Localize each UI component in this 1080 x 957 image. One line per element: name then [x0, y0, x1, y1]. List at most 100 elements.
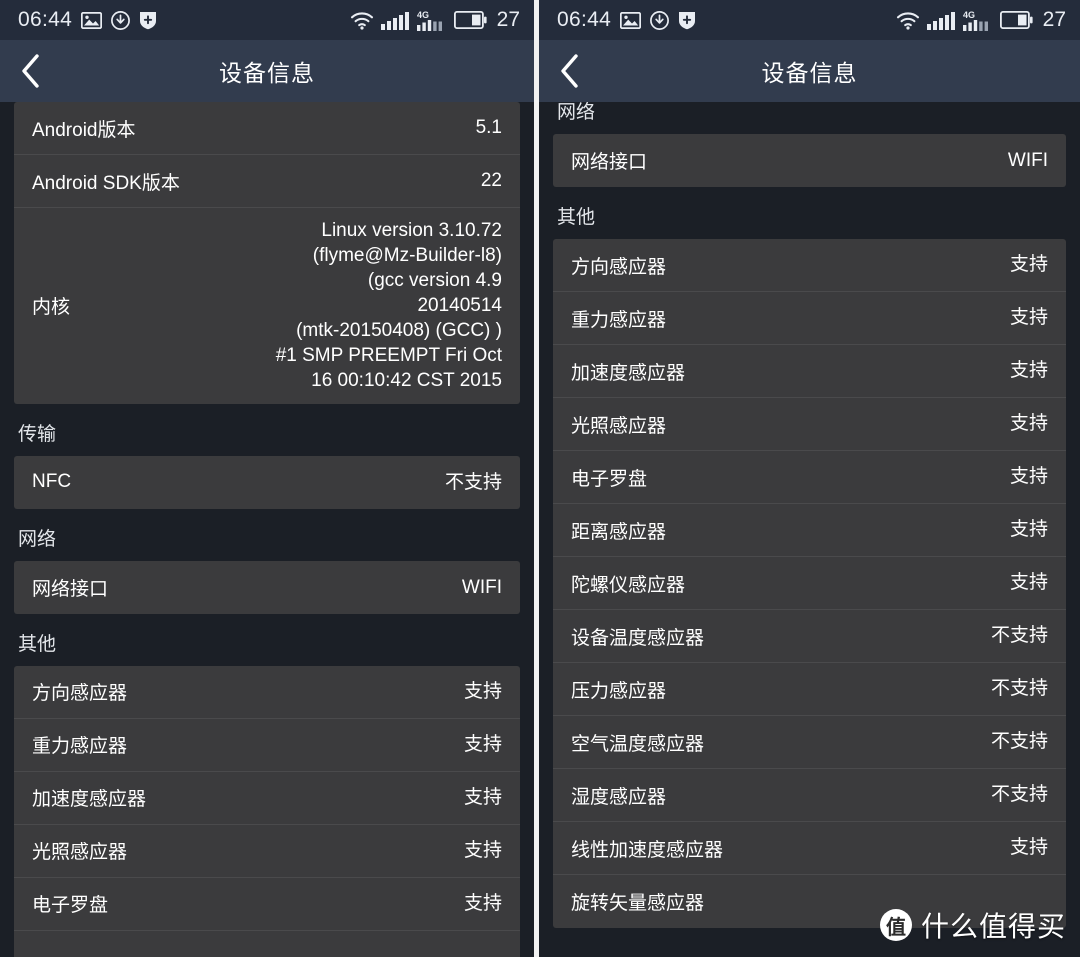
chevron-left-icon	[559, 54, 581, 88]
status-bar-right: 06:44 4G 27	[539, 0, 1080, 40]
back-button[interactable]	[539, 40, 601, 102]
info-row-value: 不支持	[990, 678, 1048, 700]
info-row[interactable]: 光照感应器 支持	[14, 825, 520, 878]
info-row-value: 不支持	[444, 471, 502, 493]
info-row-label: 加速度感应器	[571, 362, 686, 384]
info-row[interactable]: NFC 不支持	[14, 456, 520, 509]
info-row[interactable]: 空气温度感应器 不支持	[553, 716, 1066, 769]
info-row-value: 支持	[463, 734, 502, 755]
info-row[interactable]: 光照感应器 支持	[553, 398, 1066, 451]
section-header: 传输	[18, 423, 57, 445]
info-row[interactable]: 线性加速度感应器 支持	[553, 822, 1066, 875]
info-row[interactable]: 网络接口 WIFI	[553, 134, 1066, 187]
info-row-label: 方向感应器	[571, 256, 667, 278]
section-card: 方向感应器 支持 重力感应器 支持 加速度感应器 支持 光照感应器 支持 电子罗盘 支持	[14, 665, 520, 957]
info-row-label: 空气温度感应器	[571, 733, 705, 755]
info-row-label: 电子罗盘	[32, 895, 109, 917]
battery-icon	[999, 10, 1033, 30]
shield-icon	[678, 11, 696, 30]
info-row[interactable]: 电子罗盘 支持	[14, 878, 520, 931]
info-row[interactable]: 陀螺仪感应器 支持	[553, 557, 1066, 610]
info-row[interactable]: 设备温度感应器 不支持	[553, 610, 1066, 663]
info-row-value: 不支持	[990, 625, 1048, 647]
info-row-label: Android版本	[32, 119, 136, 141]
info-row-label: 距离感应器	[571, 521, 667, 543]
section-card: Android版本 5.1 Android SDK版本 22 内核 Linux versi…	[14, 102, 520, 404]
status-bar-left-group: 06:44	[557, 8, 896, 32]
info-row[interactable]: Android版本 5.1	[14, 102, 520, 155]
info-row-value: 支持	[1009, 307, 1048, 329]
info-row-label: 旋转矢量感应器	[571, 893, 705, 914]
status-bar-right-group: 4G 27	[350, 8, 520, 32]
info-row-label: 线性加速度感应器	[571, 839, 724, 861]
info-row-label: 压力感应器	[571, 680, 667, 702]
battery-percentage: 27	[1042, 8, 1066, 31]
status-bar-right-group: 4G 27	[896, 8, 1066, 32]
info-row-value: 支持	[1009, 466, 1048, 488]
right-phone-screen: 06:44 4G 27 设备信息 网络 网络接口 WIFI 其他 方向感应器 支…	[539, 0, 1080, 957]
info-row-value: 支持	[1009, 413, 1048, 435]
back-button[interactable]	[0, 40, 62, 102]
info-row-value: 支持	[463, 787, 502, 808]
info-row[interactable]: 加速度感应器 支持	[553, 345, 1066, 398]
chevron-left-icon	[20, 54, 42, 88]
dual-screenshot-container: 06:44 4G 27 设备信息 Android版本 5.1 Android S…	[0, 0, 1080, 957]
info-row[interactable]: 内核 Linux version 3.10.72 (flyme@Mz-Builde…	[14, 208, 520, 404]
info-row-label: 光照感应器	[32, 842, 128, 864]
info-row[interactable]: 方向感应器 支持	[553, 239, 1066, 292]
info-row[interactable]: 加速度感应器 支持	[14, 772, 520, 825]
section-card: 网络接口 WIFI	[14, 560, 520, 614]
info-row-value: 支持	[463, 681, 502, 702]
info-row[interactable]: 网络接口 WIFI	[14, 561, 520, 614]
info-row[interactable]: 重力感应器 支持	[14, 719, 520, 772]
svg-text:4G: 4G	[417, 10, 429, 20]
info-row-value: 支持	[463, 840, 502, 861]
info-row-label: 加速度感应器	[32, 789, 147, 811]
image-icon	[80, 11, 103, 29]
info-row[interactable]: 距离感应器 支持	[553, 504, 1066, 557]
info-row-label: 重力感应器	[571, 309, 667, 331]
info-row-value: Linux version 3.10.72 (flyme@Mz-Builder-…	[275, 220, 502, 392]
section-header: 网络	[557, 102, 596, 123]
info-row[interactable]: 湿度感应器 不支持	[553, 769, 1066, 822]
left-phone-screen: 06:44 4G 27 设备信息 Android版本 5.1 Android S…	[0, 0, 534, 957]
status-clock: 06:44	[557, 8, 612, 31]
info-row-value: 支持	[1009, 360, 1048, 382]
info-row[interactable]: Android SDK版本 22	[14, 155, 520, 208]
right-section-list: 网络 网络接口 WIFI 其他 方向感应器 支持 重力感应器 支持 加速度感应器 支持 光照感应器支…	[553, 102, 1066, 928]
info-row-value: 22	[480, 170, 502, 192]
battery-icon	[453, 10, 487, 30]
right-scroll-area[interactable]: 网络 网络接口 WIFI 其他 方向感应器 支持 重力感应器 支持 加速度感应器 支持 光照感应器支…	[539, 102, 1080, 957]
info-row-value: 5.1	[475, 117, 502, 139]
page-title: 设备信息	[219, 60, 315, 86]
network-type-4g-icon: 4G	[962, 10, 993, 31]
info-row-value: 支持	[1009, 837, 1048, 859]
info-row-value: WIFI	[1007, 149, 1048, 171]
signal-bars-icon	[380, 11, 410, 30]
status-bar-left-group: 06:44	[18, 8, 350, 32]
info-row[interactable]	[14, 931, 520, 957]
info-row[interactable]: 旋转矢量感应器	[553, 875, 1066, 928]
info-row-label: NFC	[32, 471, 72, 493]
info-row[interactable]: 电子罗盘 支持	[553, 451, 1066, 504]
network-type-4g-icon: 4G	[416, 10, 447, 31]
info-row[interactable]: 方向感应器 支持	[14, 666, 520, 719]
info-row-label: 设备温度感应器	[571, 627, 705, 649]
section-header: 其他	[557, 207, 596, 228]
left-section-list: Android版本 5.1 Android SDK版本 22 内核 Linux versi…	[14, 102, 520, 957]
download-icon	[650, 10, 670, 30]
wifi-icon	[896, 11, 920, 30]
status-bar-left: 06:44 4G 27	[0, 0, 534, 40]
info-row-value: 不支持	[990, 731, 1048, 753]
section-header: 其他	[18, 633, 57, 655]
info-row[interactable]: 重力感应器 支持	[553, 292, 1066, 345]
left-scroll-area[interactable]: Android版本 5.1 Android SDK版本 22 内核 Linux versi…	[0, 102, 534, 957]
shield-icon	[139, 11, 157, 30]
info-row-value: 支持	[1009, 572, 1048, 594]
info-row[interactable]: 压力感应器 不支持	[553, 663, 1066, 716]
image-icon	[619, 11, 642, 29]
info-row-label: 陀螺仪感应器	[571, 574, 686, 596]
section-header: 网络	[18, 528, 57, 550]
info-row-label: 网络接口	[32, 578, 109, 600]
info-row-value: 支持	[1009, 254, 1048, 276]
